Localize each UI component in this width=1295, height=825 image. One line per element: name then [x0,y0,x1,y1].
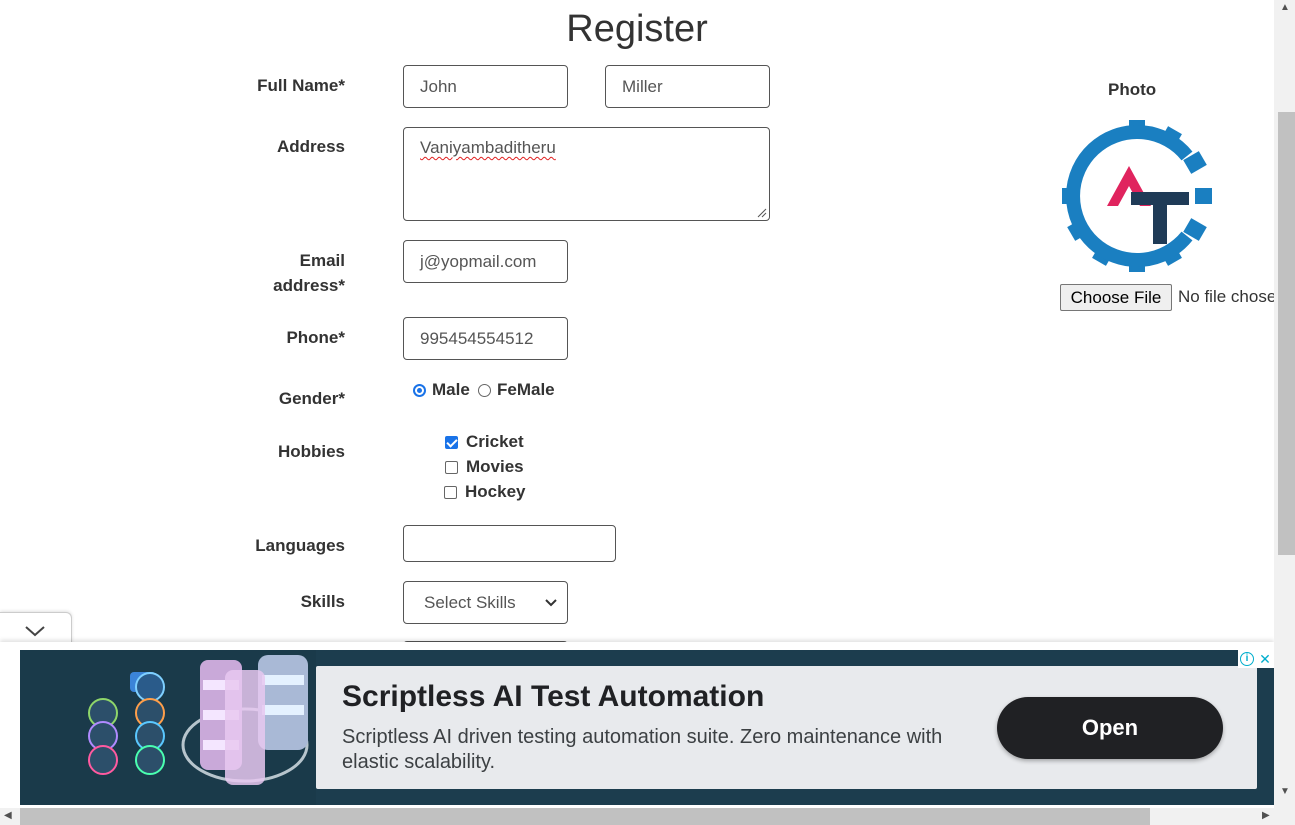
ad-info-icon[interactable]: i [1238,650,1256,668]
info-icon: i [1240,652,1254,666]
file-status-text: No file chosen [1178,287,1274,306]
hobbies-label: Hobbies [277,442,345,461]
gender-radio-female[interactable]: FeMale [478,380,555,400]
scroll-up-icon[interactable]: ▲ [1280,2,1290,13]
ad-open-button[interactable]: Open [997,697,1223,759]
skills-select[interactable]: Select Skills [403,581,568,624]
scroll-left-icon[interactable]: ◀ [4,810,12,821]
email-label-line1: Email [299,251,345,270]
checkbox-unchecked-icon[interactable] [444,485,457,499]
horizontal-scrollbar[interactable]: ◀ ▶ [0,808,1295,825]
vertical-scroll-thumb[interactable] [1278,112,1295,555]
full-name-label: Full Name* [257,76,345,95]
register-page: Register Full Name* John Miller Address … [0,0,1274,808]
email-label: Email address* [273,248,345,298]
skills-selected-value: Select Skills [424,593,516,612]
languages-label: Languages [255,536,345,555]
ad-image [20,650,316,805]
photo-label: Photo [1108,80,1157,99]
resize-handle-icon[interactable] [757,208,767,218]
scroll-right-icon[interactable]: ▶ [1262,810,1270,821]
hobby-hockey-label: Hockey [465,482,526,501]
choose-file-button[interactable]: Choose File [1060,284,1172,311]
ad-banner: Scriptless AI Test Automation Scriptless… [0,642,1274,808]
ad-description: Scriptless AI driven testing automation … [342,726,943,773]
scroll-down-icon[interactable]: ▼ [1280,786,1290,797]
hobby-checkbox-movies[interactable]: Movies [445,457,524,477]
page-title: Register [566,8,708,50]
chevron-down-icon [545,598,557,606]
address-textarea[interactable]: Vaniyambaditheru [403,127,770,221]
vertical-scrollbar[interactable]: ▲ ▼ [1274,0,1295,808]
gender-male-label: Male [432,380,470,399]
languages-input[interactable] [403,525,616,562]
ad-card[interactable]: Scriptless AI Test Automation Scriptless… [316,666,1257,789]
first-name-input[interactable]: John [403,65,568,108]
gender-female-label: FeMale [497,380,555,399]
horizontal-scroll-thumb[interactable] [20,808,1150,825]
address-value: Vaniyambaditheru [420,138,556,157]
ad-title[interactable]: Scriptless AI Test Automation [342,680,764,714]
hobby-checkbox-hockey[interactable]: Hockey [444,482,525,502]
phone-label: Phone* [286,328,345,347]
hobby-movies-label: Movies [466,457,524,476]
skills-label: Skills [300,592,345,611]
radio-selected-icon[interactable] [413,383,426,397]
email-label-line2: address* [273,276,345,295]
gender-radio-male[interactable]: Male [413,380,470,400]
phone-input[interactable]: 995454554512 [403,317,568,360]
radio-unselected-icon[interactable] [478,383,491,397]
automation-testing-logo-icon [1062,120,1212,272]
checkbox-checked-icon[interactable] [445,435,458,449]
chevron-down-icon [25,626,45,637]
ad-container[interactable]: Scriptless AI Test Automation Scriptless… [20,650,1274,805]
ad-controls: i ✕ [1238,650,1274,668]
address-label: Address [276,137,345,156]
hobby-cricket-label: Cricket [466,432,524,451]
email-input[interactable]: j@yopmail.com [403,240,568,283]
last-name-input[interactable]: Miller [605,65,770,108]
hobby-checkbox-cricket[interactable]: Cricket [445,432,524,452]
ad-close-icon[interactable]: ✕ [1256,650,1274,668]
gender-label: Gender* [278,389,345,408]
checkbox-unchecked-icon[interactable] [445,460,458,474]
